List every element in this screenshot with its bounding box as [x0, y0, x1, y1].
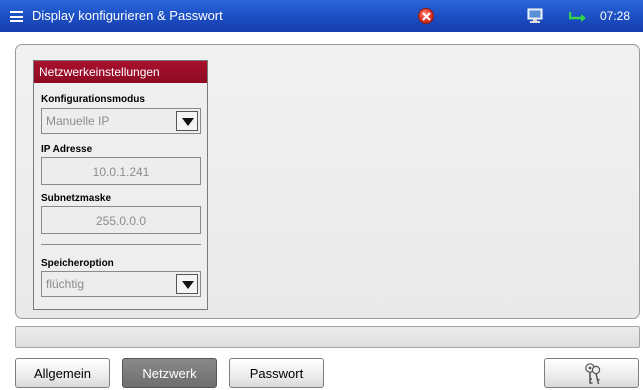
ip-address-label: IP Adresse	[41, 144, 93, 155]
config-mode-label: Konfigurationsmodus	[41, 94, 145, 105]
error-icon[interactable]	[418, 8, 434, 24]
window-title: Display konfigurieren & Passwort	[32, 8, 223, 23]
tab-netzwerk[interactable]: Netzwerk	[122, 358, 217, 388]
keys-icon	[585, 363, 601, 385]
chevron-down-icon[interactable]	[176, 274, 198, 294]
clock: 07:28	[600, 9, 631, 23]
menu-icon[interactable]	[10, 11, 23, 22]
usb-icon[interactable]	[568, 10, 587, 25]
title-bar: Display konfigurieren & Passwort 07:28	[0, 0, 643, 32]
ip-address-field[interactable]: 10.0.1.241	[41, 157, 201, 185]
storage-option-select[interactable]: flüchtig	[41, 271, 201, 297]
chevron-down-icon[interactable]	[176, 111, 198, 131]
tab-passwort[interactable]: Passwort	[229, 358, 324, 388]
config-mode-select[interactable]: Manuelle IP	[41, 108, 201, 134]
tab-allgemein[interactable]: Allgemein	[15, 358, 110, 388]
network-settings-panel: Netzwerkeinstellungen Konfigurationsmodu…	[33, 60, 208, 310]
config-mode-value: Manuelle IP	[46, 114, 110, 128]
storage-option-label: Speicheroption	[41, 258, 114, 269]
network-settings-header: Netzwerkeinstellungen	[34, 61, 207, 83]
keys-button[interactable]	[544, 358, 639, 388]
storage-option-value: flüchtig	[46, 277, 85, 291]
status-bar	[15, 326, 640, 348]
subnet-mask-field[interactable]: 255.0.0.0	[41, 206, 201, 234]
monitor-icon[interactable]	[527, 8, 543, 27]
divider	[41, 244, 201, 245]
subnet-mask-label: Subnetzmaske	[41, 193, 112, 204]
